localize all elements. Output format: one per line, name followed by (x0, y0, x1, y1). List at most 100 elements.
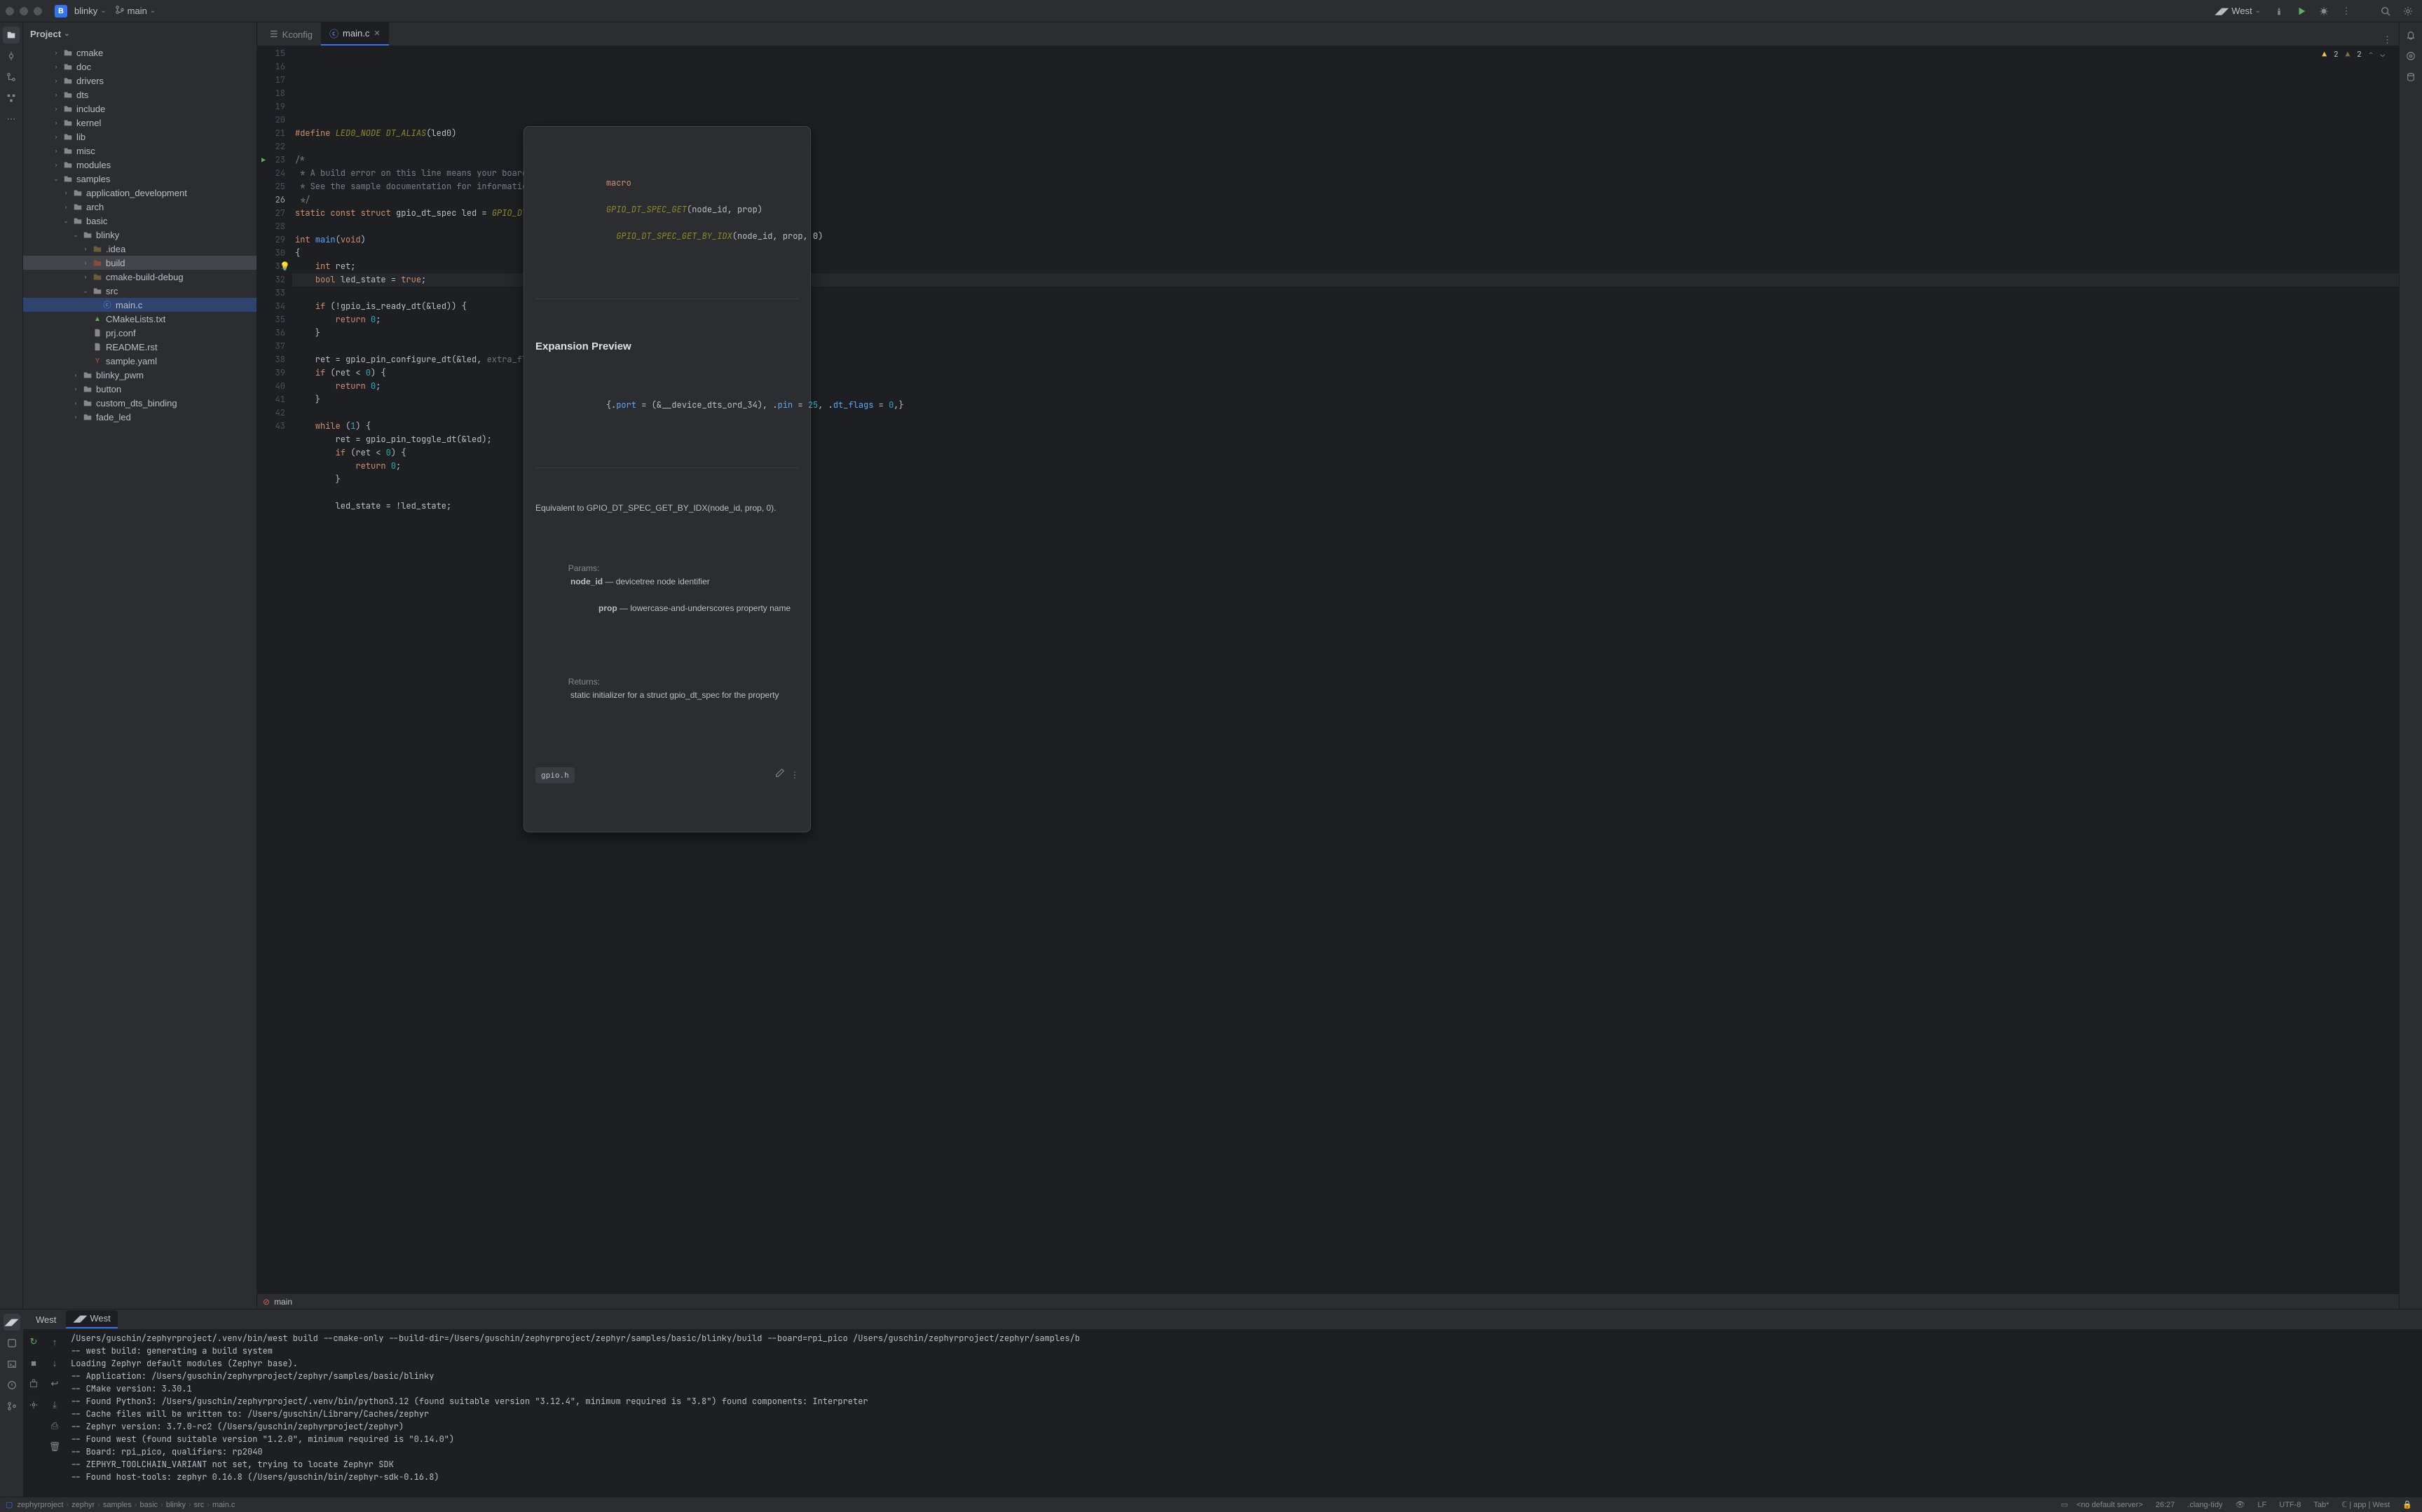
project-selector[interactable]: B blinky ⌄ (50, 4, 111, 19)
window-controls[interactable] (6, 7, 42, 15)
bottom-tab-west-2[interactable]: ◢◤West (66, 1310, 117, 1328)
tree-row[interactable]: prj.conf (23, 326, 256, 340)
tree-row[interactable]: ›custom_dts_binding (23, 396, 256, 410)
context[interactable]: ℂ | app | West (2337, 1500, 2394, 1509)
pull-requests-button[interactable] (3, 69, 20, 85)
up-button[interactable]: ↑ (46, 1333, 63, 1350)
tree-row[interactable]: ⌄blinky (23, 228, 256, 242)
tree-row[interactable]: ›drivers (23, 74, 256, 88)
structure-tool-button[interactable] (3, 90, 20, 106)
server-status[interactable]: <no default server> (2072, 1501, 2147, 1509)
tree-row[interactable]: Ysample.yaml (23, 354, 256, 368)
tab-kconfig[interactable]: ☰ Kconfig (261, 25, 321, 46)
tree-row[interactable]: ›.idea (23, 242, 256, 256)
line-ending[interactable]: LF (2253, 1501, 2271, 1509)
tree-row[interactable]: ›lib (23, 130, 256, 144)
edit-icon[interactable] (738, 755, 785, 795)
commit-tool-button[interactable] (3, 48, 20, 64)
more-menu[interactable]: ⋮ (2338, 3, 2355, 20)
tree-row[interactable]: README.rst (23, 340, 256, 354)
vcs-branch[interactable]: main ⌄ (111, 4, 160, 18)
caret-position[interactable]: 26:27 (2151, 1501, 2180, 1509)
inspections-widget[interactable]: ▲2 ▲2 ⌃ ⌄ (2322, 48, 2385, 62)
problems-button[interactable] (4, 1377, 20, 1394)
vcs-tool-button[interactable] (4, 1398, 20, 1415)
build-output[interactable]: /Users/guschin/zephyrproject/.venv/bin/w… (65, 1329, 2422, 1497)
debug-button[interactable] (2315, 3, 2332, 20)
database-button[interactable] (2402, 69, 2419, 85)
editor-breadcrumb[interactable]: ⊘ main (257, 1293, 2399, 1309)
bottom-tabs: West ◢◤West (23, 1310, 2422, 1329)
tree-row[interactable]: ›cmake-build-debug (23, 270, 256, 284)
search-button[interactable] (2377, 3, 2394, 20)
more-icon[interactable]: ⋮ (791, 769, 799, 782)
soft-wrap-button[interactable]: ↩ (46, 1375, 63, 1392)
project-panel: Project ⌄ ›cmake›doc›drivers›dts›include… (23, 22, 257, 1309)
minimize-icon[interactable] (20, 7, 28, 15)
close-icon[interactable] (6, 7, 14, 15)
source-chip[interactable]: gpio.h (535, 767, 575, 783)
tree-row[interactable]: ›dts (23, 88, 256, 102)
project-tree[interactable]: ›cmake›doc›drivers›dts›include›kernel›li… (23, 46, 256, 1309)
eye-icon[interactable]: 👁 (2231, 1500, 2249, 1509)
tree-row[interactable]: ›modules (23, 158, 256, 172)
tree-row[interactable]: ⌄src (23, 284, 256, 298)
editor-tabs-more[interactable]: ⋮ (2376, 34, 2399, 46)
tab-main-c[interactable]: ⓒ main.c ✕ (321, 22, 389, 46)
tree-row[interactable]: ›blinky_pwm (23, 368, 256, 382)
lock-icon[interactable]: 🔒 (2398, 1500, 2416, 1509)
bottom-tab-west-1[interactable]: West (29, 1312, 63, 1328)
tree-row[interactable]: ›misc (23, 144, 256, 158)
tree-row[interactable]: ›kernel (23, 116, 256, 130)
ai-assistant-button[interactable] (2402, 48, 2419, 64)
code-area[interactable]: ▲2 ▲2 ⌃ ⌄ macro GPIO_DT_SPEC_GET(node_id… (292, 46, 2399, 1293)
tree-row[interactable]: ⓒmain.c (23, 298, 256, 312)
tree-row[interactable]: ⌄basic (23, 214, 256, 228)
branch-name: main (128, 6, 147, 16)
stop-button[interactable]: ■ (25, 1354, 42, 1371)
prev-highlight-icon[interactable]: ⌃ (2369, 48, 2374, 62)
build-button[interactable] (2271, 3, 2287, 20)
tree-row[interactable]: ⌄samples (23, 172, 256, 186)
tree-row[interactable]: ›fade_led (23, 410, 256, 424)
run-button[interactable] (2293, 3, 2310, 20)
folder-icon[interactable]: ▭ (2061, 1500, 2068, 1509)
tree-row[interactable]: ›doc (23, 60, 256, 74)
clang-tidy-status[interactable]: .clang-tidy (2183, 1501, 2226, 1509)
tree-row[interactable]: ›arch (23, 200, 256, 214)
chevron-down-icon: ⌄ (64, 30, 69, 38)
terminal-button[interactable] (4, 1356, 20, 1373)
warning-icon: ▲ (2322, 48, 2327, 62)
project-panel-header[interactable]: Project ⌄ (23, 22, 256, 46)
clear-button[interactable]: 🗑 (46, 1438, 63, 1455)
tree-row[interactable]: ›include (23, 102, 256, 116)
west-tool-button[interactable]: ◢◤ (4, 1314, 20, 1331)
close-tab-icon[interactable]: ✕ (374, 29, 380, 38)
scroll-end-button[interactable]: ⤓ (46, 1396, 63, 1413)
indent[interactable]: Tab* (2309, 1501, 2333, 1509)
encoding[interactable]: UTF-8 (2275, 1501, 2305, 1509)
tree-row[interactable]: ▲CMakeLists.txt (23, 312, 256, 326)
notifications-button[interactable] (2402, 27, 2419, 43)
error-icon: ⊘ (263, 1297, 270, 1307)
next-highlight-icon[interactable]: ⌄ (2380, 48, 2385, 62)
settings-button[interactable] (2400, 3, 2416, 20)
tree-row[interactable]: ›cmake (23, 46, 256, 60)
rerun-button[interactable]: ↻ (25, 1333, 42, 1350)
tree-row[interactable]: ›application_development (23, 186, 256, 200)
gutter[interactable]: 1516171819202122▶23242526272829303132333… (257, 46, 292, 1293)
status-breadcrumbs[interactable]: zephyrprojectzephyrsamplesbasicblinkysrc… (17, 1501, 235, 1509)
params-section: Params: node_id — devicetree node identi… (535, 549, 799, 628)
tree-row[interactable]: ›button (23, 382, 256, 396)
project-tool-button[interactable] (3, 27, 20, 43)
down-button[interactable]: ↓ (46, 1354, 63, 1371)
settings-icon[interactable] (25, 1396, 42, 1413)
more-tools-button[interactable]: ⋯ (3, 111, 20, 128)
attach-button[interactable] (25, 1375, 42, 1392)
editor-body[interactable]: 1516171819202122▶23242526272829303132333… (257, 46, 2399, 1293)
services-button[interactable] (4, 1335, 20, 1352)
tree-row[interactable]: ›build (23, 256, 256, 270)
maximize-icon[interactable] (34, 7, 42, 15)
print-button[interactable]: ⎙ (46, 1417, 63, 1434)
run-config-selector[interactable]: ◢◤ West ⌄ (2210, 4, 2265, 18)
